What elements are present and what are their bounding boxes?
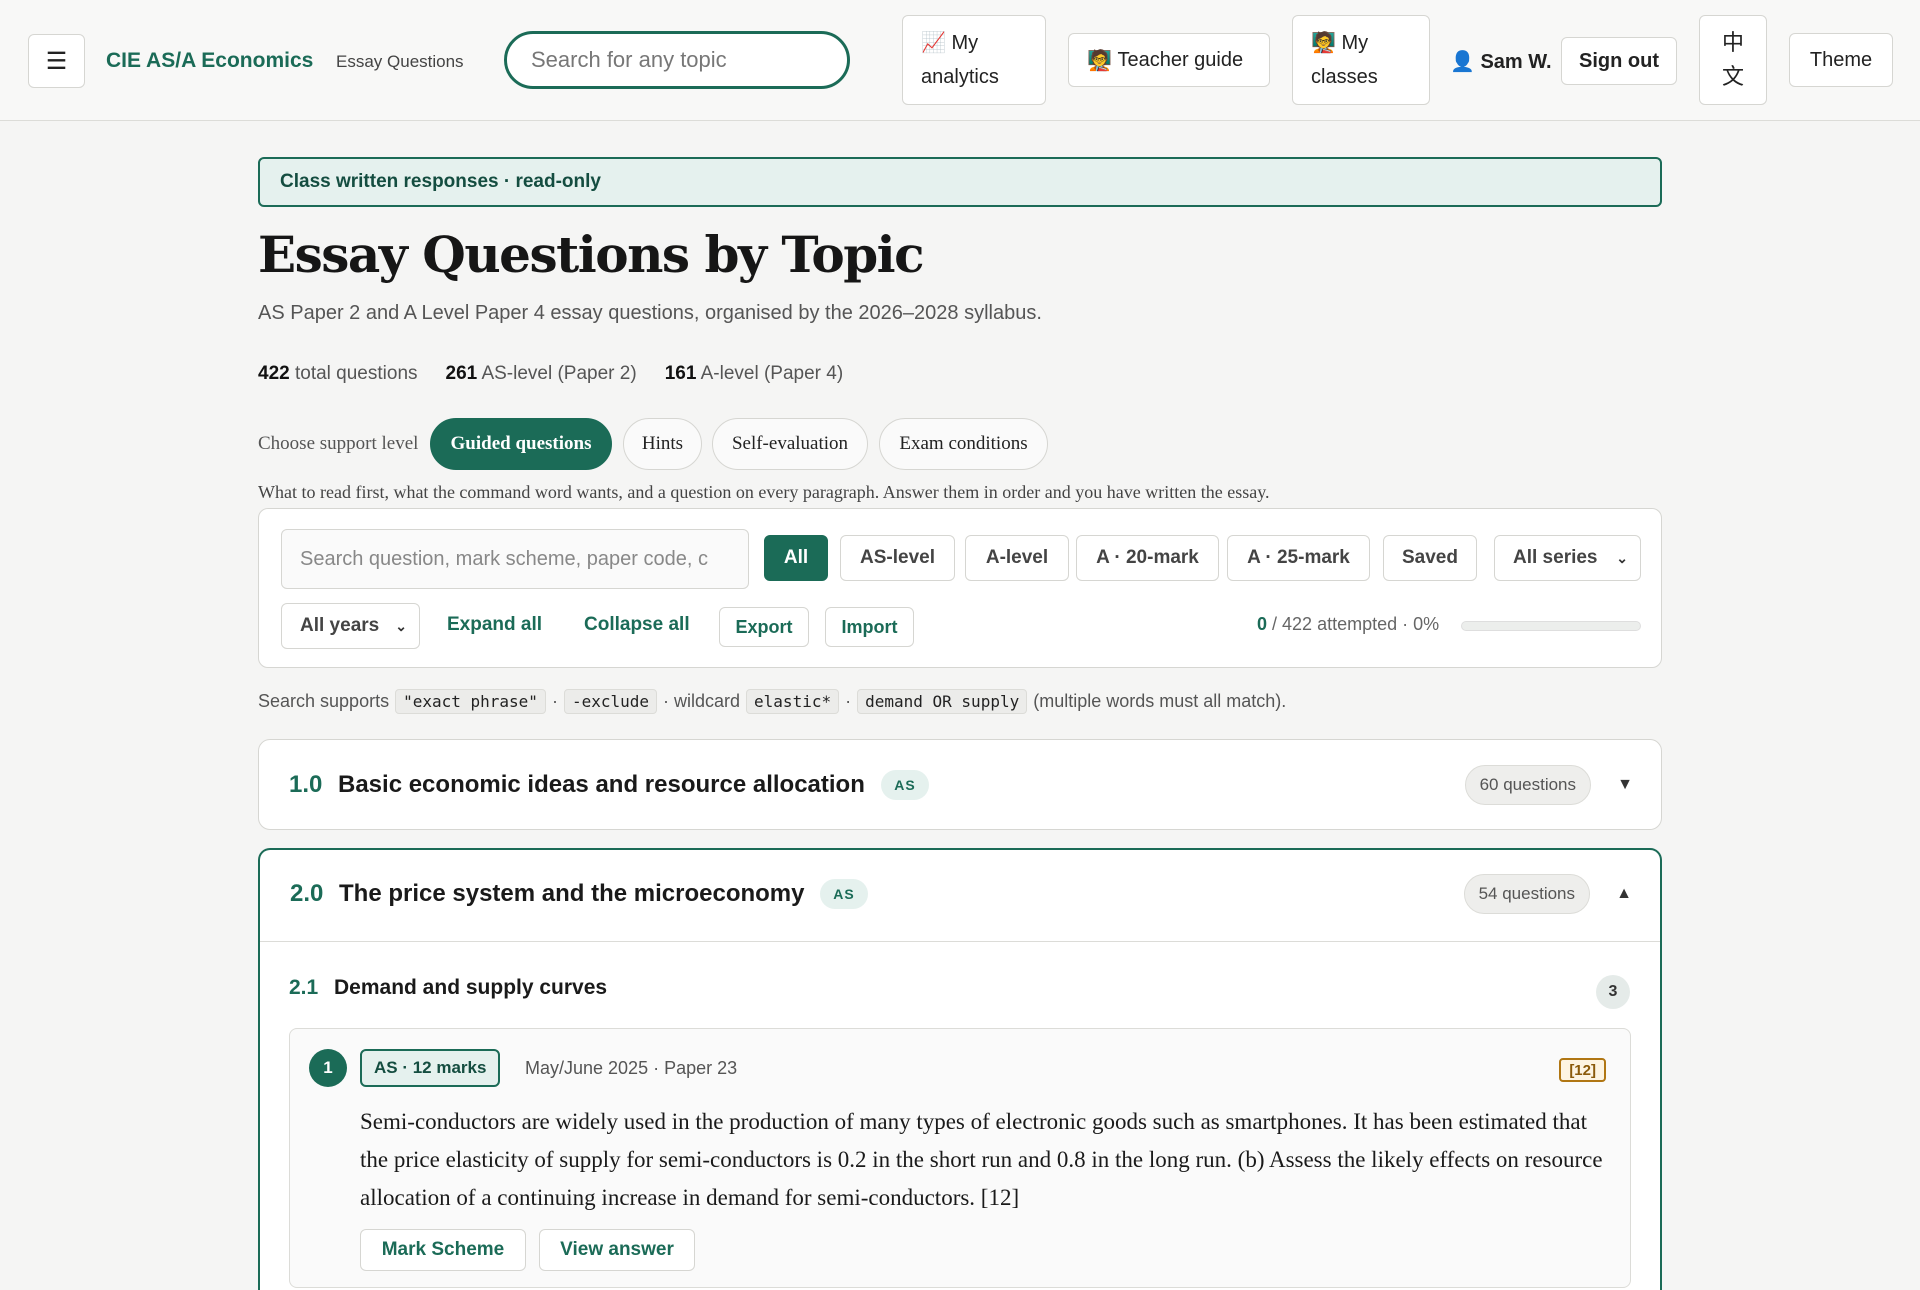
- analytics-label-line1: My: [951, 32, 979, 54]
- support-level-description: What to read first, what the command wor…: [258, 482, 1270, 502]
- language-toggle-button[interactable]: 中 文: [1699, 15, 1767, 105]
- filter-a-25-mark[interactable]: A · 25-mark: [1227, 535, 1370, 581]
- topic-number: 1.0: [289, 771, 323, 798]
- attempted-count: 0: [1257, 614, 1268, 634]
- collapse-all-link[interactable]: Collapse all: [584, 614, 690, 636]
- import-button[interactable]: Import: [825, 607, 914, 647]
- filter-as-level[interactable]: AS-level: [840, 535, 955, 581]
- support-exam-conditions[interactable]: Exam conditions: [879, 418, 1048, 470]
- teacher-guide-label: Teacher guide: [1117, 48, 1244, 71]
- attempted-counter: 0 / 422 attempted · 0%: [1257, 614, 1439, 635]
- sign-out-button[interactable]: Sign out: [1561, 37, 1677, 85]
- chart-icon: 📈: [921, 32, 946, 54]
- chevron-up-icon[interactable]: ▲: [1616, 885, 1632, 903]
- search-help-separator: ·: [551, 691, 558, 711]
- marks-badge: [12]: [1559, 1058, 1606, 1082]
- syntax-exclude: -exclude: [563, 689, 657, 714]
- attempted-progress-bar: [1461, 621, 1641, 631]
- hamburger-icon: ☰: [45, 47, 68, 75]
- search-help-prefix: Search supports: [258, 691, 390, 711]
- teacher-guide-button[interactable]: 🧑‍🏫 Teacher guide: [1068, 33, 1270, 87]
- chevron-down-icon: ⌄: [395, 617, 407, 634]
- series-select-value: All series: [1513, 547, 1598, 568]
- topic-section[interactable]: 2.0 The price system and the microeconom…: [258, 848, 1662, 1290]
- support-self-evaluation[interactable]: Self-evaluation: [712, 418, 868, 470]
- stat-a: 161 A-level (Paper 4): [664, 363, 844, 384]
- search-help-separator: ·: [845, 691, 852, 711]
- syntax-exact-phrase: "exact phrase": [395, 689, 546, 714]
- subtopic-title: Demand and supply curves: [334, 976, 608, 999]
- topic-number: 2.0: [290, 880, 324, 907]
- question-count-badge: 54 questions: [1463, 874, 1590, 914]
- search-help-suffix: (multiple words must all match).: [1033, 691, 1287, 711]
- brand-title[interactable]: CIE AS/A Economics: [106, 49, 313, 73]
- topic-section[interactable]: 1.0 Basic economic ideas and resource al…: [258, 739, 1662, 830]
- topic-title: Basic economic ideas and resource alloca…: [338, 771, 865, 798]
- lang-char-2: 文: [1721, 64, 1744, 89]
- question-number: 1: [309, 1049, 347, 1087]
- question-card: 1 AS · 12 marks May/June 2025 · Paper 23…: [289, 1028, 1631, 1288]
- level-badge: AS: [881, 770, 929, 800]
- page-subtitle: AS Paper 2 and A Level Paper 4 essay que…: [258, 302, 1042, 324]
- theme-button[interactable]: Theme: [1789, 33, 1893, 87]
- filter-saved[interactable]: Saved: [1383, 535, 1477, 581]
- years-select[interactable]: All years ⌄: [281, 603, 420, 649]
- mark-scheme-button[interactable]: Mark Scheme: [360, 1229, 526, 1271]
- subtopic-number: 2.1: [289, 976, 319, 999]
- stat-total: 422 total questions: [258, 363, 418, 384]
- question-text: Semi-conductors are widely used in the p…: [360, 1109, 1603, 1210]
- support-level-label: Choose support level: [258, 433, 419, 454]
- lang-char-1: 中: [1721, 30, 1744, 55]
- filter-panel: Search question, mark scheme, paper code…: [258, 508, 1662, 668]
- analytics-label-line2: analytics: [921, 66, 999, 88]
- search-help-wildcard-label: · wildcard: [663, 691, 741, 711]
- user-name: 👤 Sam W.: [1450, 49, 1552, 74]
- readonly-banner: Class written responses · read-only: [258, 157, 1662, 207]
- question-search-input[interactable]: Search question, mark scheme, paper code…: [281, 529, 749, 589]
- user-name-label: Sam W.: [1480, 51, 1552, 73]
- export-button[interactable]: Export: [719, 607, 809, 647]
- page-title: Essay Questions by Topic: [258, 225, 925, 284]
- classes-label-line1: My: [1341, 32, 1369, 54]
- filter-a-20-mark[interactable]: A · 20-mark: [1076, 535, 1219, 581]
- view-answer-button[interactable]: View answer: [539, 1229, 695, 1271]
- syntax-wildcard: elastic*: [746, 689, 840, 714]
- attempted-rest: / 422 attempted · 0%: [1272, 614, 1440, 634]
- series-select[interactable]: All series ⌄: [1494, 535, 1641, 581]
- expand-all-link[interactable]: Expand all: [447, 614, 542, 636]
- question-level-badge: AS · 12 marks: [360, 1049, 501, 1087]
- subtopic-count-badge: 3: [1596, 975, 1630, 1009]
- topic-title: The price system and the microeconomy: [339, 880, 805, 907]
- question-stats: 422 total questions 261 AS-level (Paper …: [258, 363, 843, 385]
- topic-divider: [260, 941, 1660, 942]
- my-classes-button[interactable]: 🧑‍🏫 My classes: [1292, 15, 1430, 105]
- classes-label-line2: classes: [1311, 66, 1378, 88]
- support-hints[interactable]: Hints: [623, 418, 702, 470]
- user-icon: 👤: [1450, 51, 1475, 73]
- question-count-badge: 60 questions: [1464, 765, 1591, 805]
- teacher-icon: 🧑‍🏫: [1087, 49, 1112, 72]
- menu-button[interactable]: ☰: [28, 34, 85, 88]
- brand-subtitle: Essay Questions: [336, 52, 464, 71]
- years-select-value: All years: [300, 615, 380, 636]
- chevron-down-icon: ⌄: [1616, 549, 1628, 566]
- filter-a-level[interactable]: A-level: [965, 535, 1069, 581]
- support-guided-questions[interactable]: Guided questions: [430, 418, 612, 470]
- filter-all[interactable]: All: [764, 535, 828, 581]
- top-bar: ☰ CIE AS/A Economics Essay Questions Sea…: [0, 0, 1920, 121]
- my-analytics-button[interactable]: 📈 My analytics: [902, 15, 1046, 105]
- teacher-icon: 🧑‍🏫: [1311, 32, 1336, 54]
- topic-search-input[interactable]: Search for any topic: [504, 31, 850, 89]
- level-badge: AS: [820, 879, 868, 909]
- chevron-down-icon[interactable]: ▼: [1617, 776, 1633, 794]
- stat-as: 261 AS-level (Paper 2): [445, 363, 637, 384]
- question-paper-meta: May/June 2025 · Paper 23: [525, 1058, 738, 1078]
- search-help: Search supports "exact phrase" · -exclud…: [258, 689, 1286, 714]
- syntax-or: demand OR supply: [857, 689, 1028, 714]
